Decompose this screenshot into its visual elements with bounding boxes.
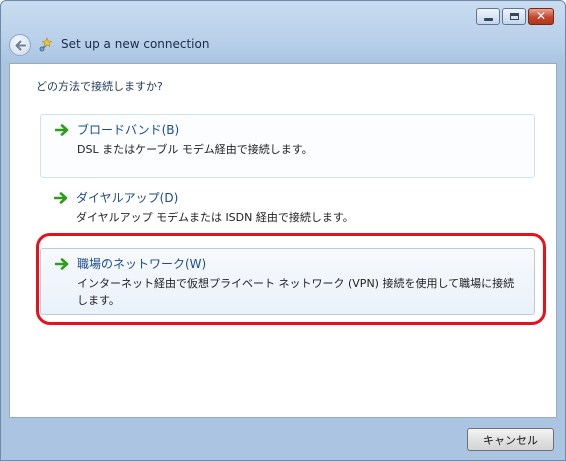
option-title: ダイヤルアップ(D): [76, 191, 179, 205]
option-dialup[interactable]: ダイヤルアップ(D) ダイヤルアップ モデムまたは ISDN 経由で接続します。: [40, 183, 535, 239]
option-title: ブロードバンド(B): [77, 123, 180, 137]
setup-connection-window: ✕ Set up a new connection どの方法で接続しますか? ブ…: [0, 0, 566, 461]
title-bar: ✕ Set up a new connection: [1, 1, 565, 63]
connection-question: どの方法で接続しますか?: [36, 80, 163, 93]
main-panel: どの方法で接続しますか? ブロードバンド(B) DSL またはケーブル モデム経…: [9, 63, 557, 418]
green-arrow-icon: [55, 258, 69, 270]
cancel-button[interactable]: キャンセル: [467, 428, 554, 451]
minimize-icon: [484, 18, 493, 21]
window-controls: ✕: [476, 8, 554, 25]
close-button[interactable]: ✕: [528, 8, 554, 25]
back-arrow-icon: [15, 40, 26, 51]
option-description: ダイヤルアップ モデムまたは ISDN 経由で接続します。: [76, 211, 354, 224]
option-description: インターネット経由で仮想プライベート ネットワーク (VPN) 接続を使用して職…: [77, 277, 515, 307]
back-button[interactable]: [9, 34, 31, 56]
option-title: 職場のネットワーク(W): [77, 257, 207, 271]
minimize-button[interactable]: [476, 8, 500, 25]
close-icon: ✕: [535, 9, 547, 23]
option-broadband[interactable]: ブロードバンド(B) DSL またはケーブル モデム経由で接続します。: [40, 114, 535, 178]
dialog-footer: キャンセル: [1, 419, 565, 460]
green-arrow-icon: [54, 192, 68, 204]
option-workplace[interactable]: 職場のネットワーク(W) インターネット経由で仮想プライベート ネットワーク (…: [40, 248, 535, 315]
maximize-icon: [510, 13, 519, 20]
green-arrow-icon: [55, 124, 69, 136]
maximize-button[interactable]: [502, 8, 526, 25]
window-title: Set up a new connection: [61, 37, 210, 51]
network-connection-icon: [39, 37, 53, 52]
option-description: DSL またはケーブル モデム経由で接続します。: [77, 143, 313, 156]
